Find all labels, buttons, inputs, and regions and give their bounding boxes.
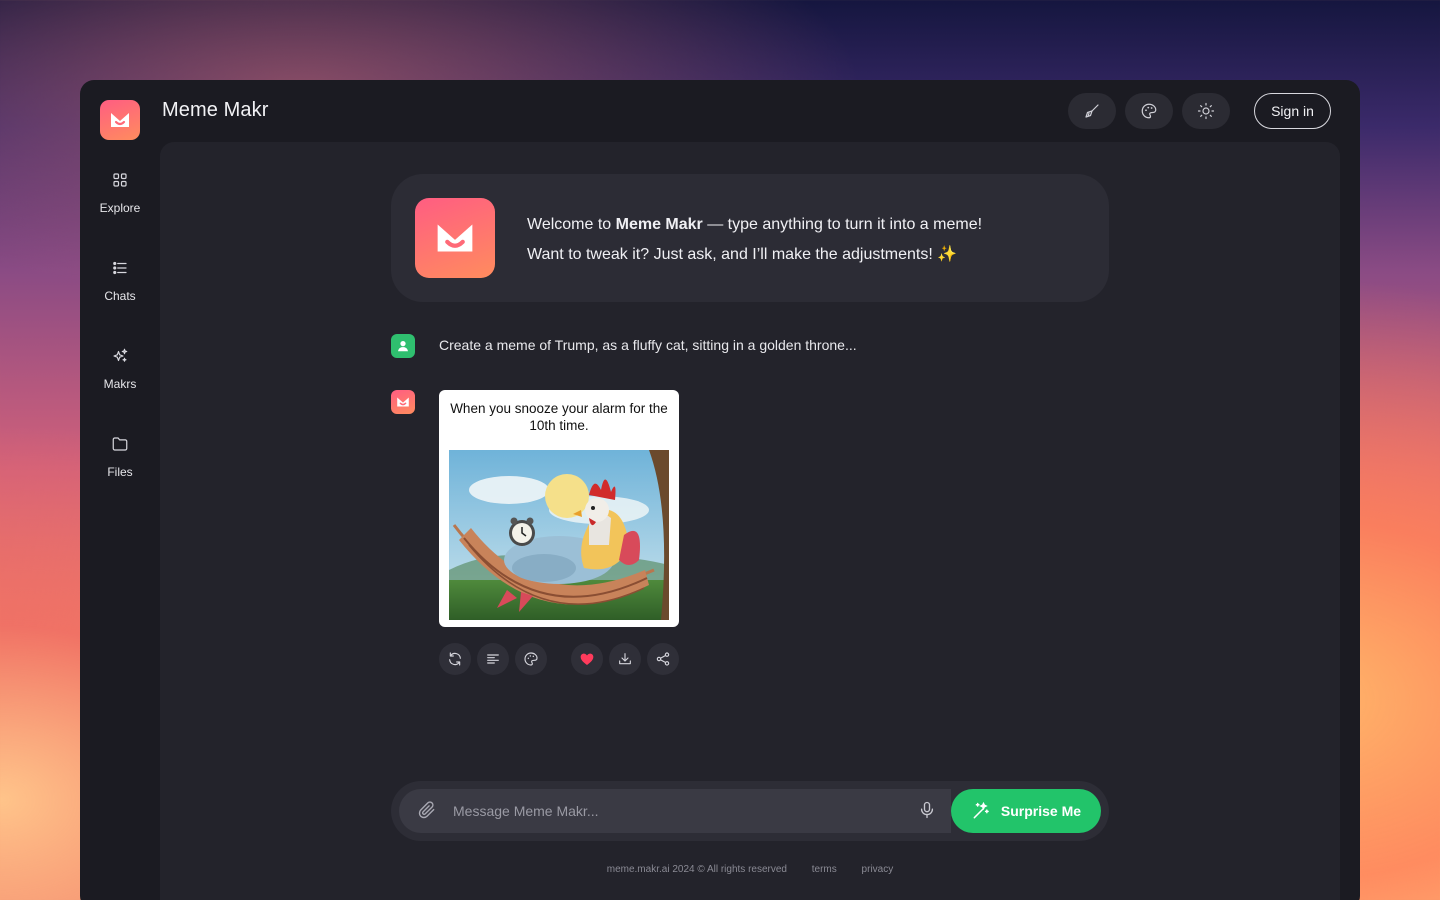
sidebar-item-label: Files [107, 465, 133, 479]
sidebar-item-chats[interactable]: Chats [80, 248, 160, 318]
copyright-text: meme.makr.ai 2024 © All rights reserved [606, 864, 787, 875]
sidebar-item-label: Chats [104, 289, 136, 303]
attach-button[interactable] [417, 800, 437, 825]
chat-panel: Welcome to Meme Makr — type anything to … [160, 142, 1340, 900]
meme-makr-logo[interactable] [100, 100, 140, 140]
meme-image[interactable] [449, 450, 669, 620]
top-bar: Meme Makr Sign in [80, 80, 1360, 142]
message-input[interactable] [453, 801, 893, 821]
microphone-icon [920, 801, 934, 819]
like-button[interactable] [571, 643, 603, 675]
message-composer: Surprise Me [391, 781, 1109, 841]
logo-mark-icon [397, 397, 409, 407]
user-icon [398, 341, 408, 352]
sun-icon [1197, 102, 1215, 120]
refresh-icon [449, 652, 461, 666]
edit-caption-button[interactable] [477, 643, 509, 675]
regenerate-button[interactable] [439, 643, 471, 675]
surprise-me-button[interactable]: Surprise Me [951, 789, 1101, 833]
logo-mark-icon [111, 113, 129, 127]
voice-input-button[interactable] [917, 800, 937, 825]
rooster-hammock-illustration [449, 450, 669, 620]
palette-icon [1141, 103, 1157, 119]
palette-icon [524, 652, 538, 666]
paperclip-icon [418, 801, 435, 819]
app-window: Meme Makr Sign in Explore Chats Makrs Fi… [80, 80, 1360, 900]
sidebar-item-explore[interactable]: Explore [80, 160, 160, 230]
sign-in-button[interactable]: Sign in [1254, 93, 1331, 129]
clear-chat-button[interactable] [1068, 93, 1116, 129]
style-button[interactable] [515, 643, 547, 675]
footer: meme.makr.ai 2024 © All rights reserved … [160, 864, 1340, 875]
message-input-wrapper [399, 789, 951, 833]
broom-icon [1085, 104, 1099, 118]
download-icon [619, 653, 631, 665]
folder-icon [111, 432, 129, 456]
magic-wand-icon [973, 801, 989, 819]
light-mode-button[interactable] [1182, 93, 1230, 129]
download-button[interactable] [609, 643, 641, 675]
heart-icon [580, 653, 594, 665]
terms-link[interactable]: terms [812, 864, 837, 875]
align-left-icon [487, 654, 499, 664]
welcome-line-2: Want to tweak it? Just ask, and I’ll mak… [527, 246, 958, 263]
sparkles-icon [111, 344, 129, 368]
meme-card[interactable]: When you snooze your alarm for the 10th … [439, 390, 679, 627]
grid-icon [111, 168, 129, 192]
surprise-me-label: Surprise Me [1000, 803, 1082, 819]
welcome-logo [415, 198, 495, 278]
welcome-line-1: Welcome to Meme Makr — type anything to … [527, 216, 983, 233]
brand-name: Meme Makr [615, 216, 703, 233]
user-avatar [391, 334, 415, 358]
welcome-card: Welcome to Meme Makr — type anything to … [391, 174, 1109, 302]
app-title: Meme Makr [162, 99, 269, 121]
bot-avatar [391, 390, 415, 414]
share-button[interactable] [647, 643, 679, 675]
sidebar-item-label: Makrs [103, 377, 137, 391]
sidebar-item-files[interactable]: Files [80, 424, 160, 494]
sidebar-item-label: Explore [99, 201, 141, 215]
user-message: Create a meme of Trump, as a fluffy cat,… [439, 337, 857, 353]
theme-palette-button[interactable] [1125, 93, 1173, 129]
privacy-link[interactable]: privacy [862, 864, 894, 875]
logo-mark-icon [437, 224, 473, 252]
welcome-message: Welcome to Meme Makr — type anything to … [527, 210, 982, 270]
sidebar-item-makrs[interactable]: Makrs [80, 336, 160, 406]
share-icon [656, 652, 670, 666]
list-icon [111, 256, 129, 280]
meme-caption: When you snooze your alarm for the 10th … [450, 401, 668, 433]
